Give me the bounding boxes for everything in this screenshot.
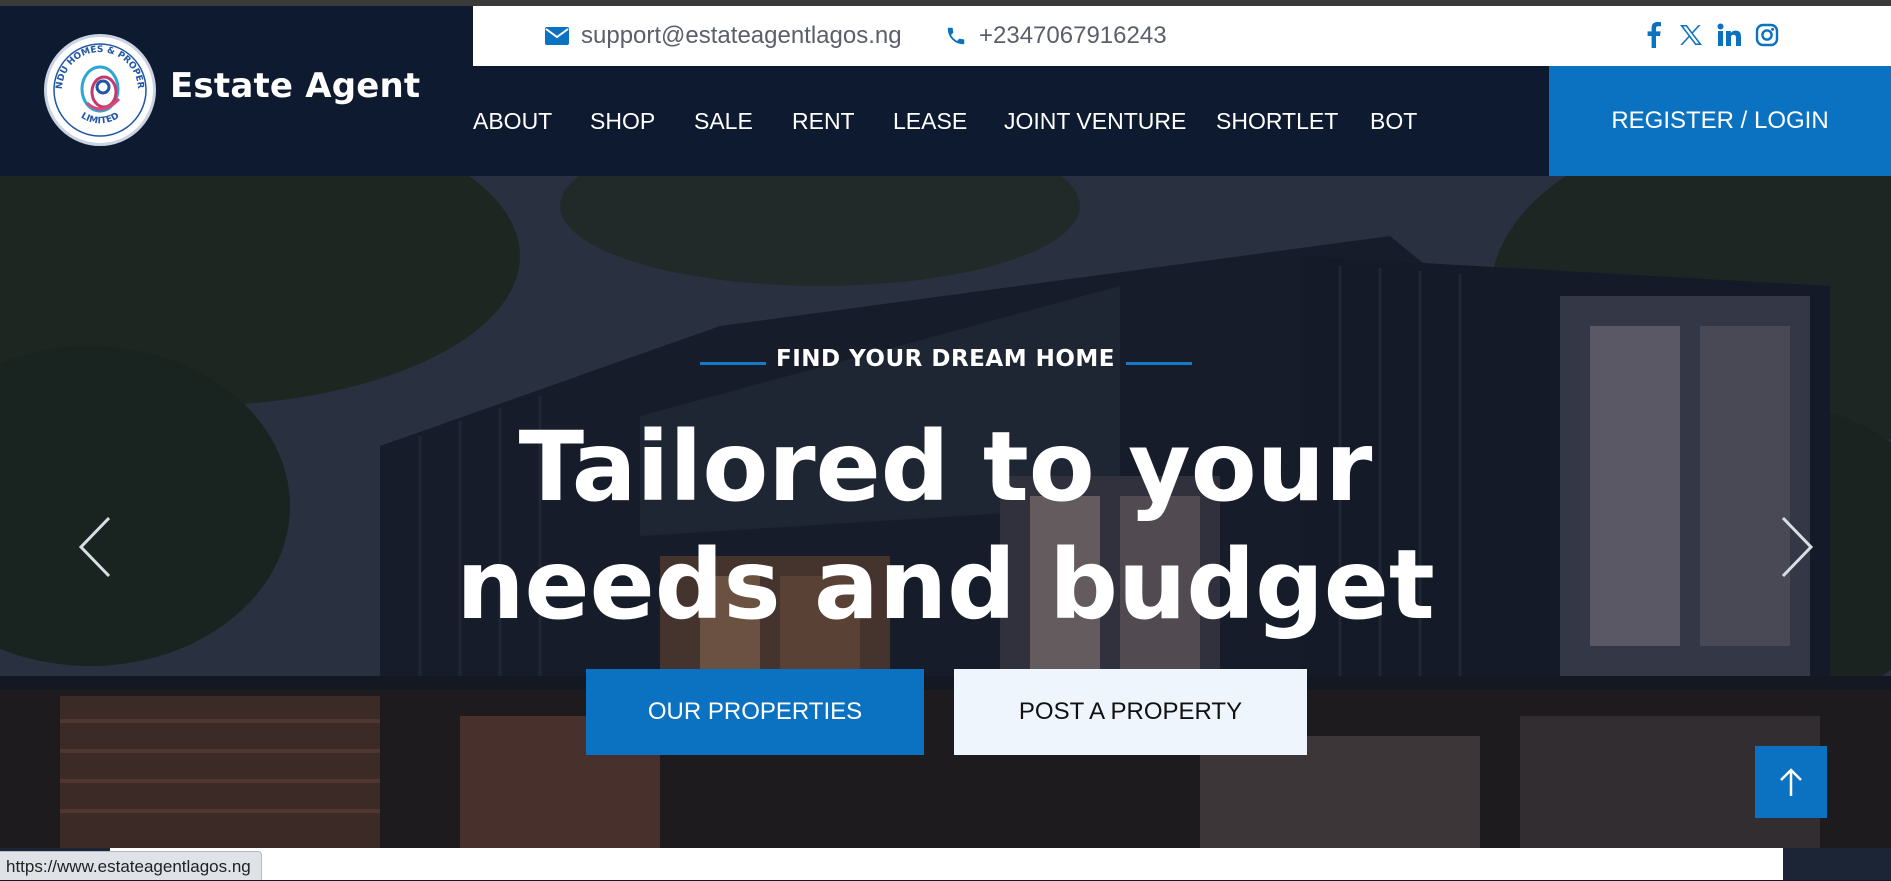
contact-phone[interactable]: +2347067916243 <box>945 6 1167 66</box>
company-logo[interactable]: NNENDU HOMES & PROPERTIES LIMITED <box>44 34 156 146</box>
linkedin-icon[interactable] <box>1714 20 1744 50</box>
register-login-button[interactable]: REGISTER / LOGIN <box>1549 66 1891 176</box>
nav-bot[interactable]: BOT <box>1370 66 1417 176</box>
post-property-button[interactable]: POST A PROPERTY <box>954 669 1307 755</box>
slider-next-icon[interactable] <box>1780 516 1814 583</box>
search-panel-edge <box>110 848 1783 880</box>
x-twitter-icon[interactable] <box>1676 20 1706 50</box>
phone-icon <box>947 27 965 45</box>
nav-about[interactable]: ABOUT <box>473 66 552 176</box>
hero-headline-line1: Tailored to your <box>518 411 1373 523</box>
brand-name[interactable]: Estate Agent <box>170 66 420 106</box>
facebook-icon[interactable] <box>1639 20 1669 50</box>
hero-eyebrow: FIND YOUR DREAM HOME <box>775 346 1115 372</box>
nav-sale[interactable]: SALE <box>694 66 753 176</box>
eyebrow-line-right <box>1126 362 1192 365</box>
contact-bar: support@estateagentlagos.ng +23470679162… <box>473 6 1891 66</box>
hero-slider: FIND YOUR DREAM HOME Tailored to your ne… <box>0 176 1891 848</box>
phone-number[interactable]: +2347067916243 <box>979 22 1167 50</box>
arrow-up-icon <box>1780 768 1802 796</box>
main-nav: ABOUT SHOP SALE RENT LEASE JOINT VENTURE… <box>473 66 1549 176</box>
contact-email[interactable]: support@estateagentlagos.ng <box>545 6 902 66</box>
browser-status-url: https://www.estateagentlagos.ng <box>0 851 262 880</box>
hero-headline-line2: needs and budget <box>456 529 1435 641</box>
nav-shop[interactable]: SHOP <box>590 66 655 176</box>
slider-prev-icon[interactable] <box>78 516 112 583</box>
nav-lease[interactable]: LEASE <box>893 66 967 176</box>
our-properties-button[interactable]: OUR PROPERTIES <box>586 669 924 755</box>
instagram-icon[interactable] <box>1752 20 1782 50</box>
brand-block: NNENDU HOMES & PROPERTIES LIMITED Estate… <box>0 6 473 176</box>
svg-text:LIMITED: LIMITED <box>79 111 121 126</box>
envelope-icon <box>545 27 569 45</box>
scroll-to-top-button[interactable] <box>1755 746 1827 818</box>
hero-headline: Tailored to your needs and budget <box>0 408 1891 644</box>
email-address[interactable]: support@estateagentlagos.ng <box>581 22 902 50</box>
nav-joint-venture[interactable]: JOINT VENTURE <box>1004 66 1186 176</box>
page-bottom-edge-right <box>1783 848 1891 880</box>
nav-rent[interactable]: RENT <box>792 66 855 176</box>
nav-shortlet[interactable]: SHORTLET <box>1216 66 1338 176</box>
